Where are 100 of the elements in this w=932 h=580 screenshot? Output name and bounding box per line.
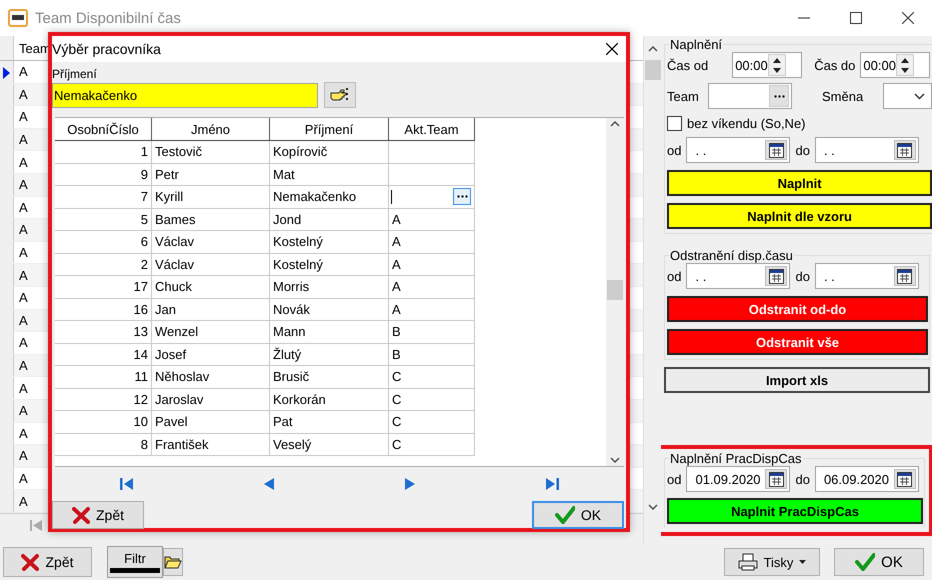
first-icon[interactable] <box>120 478 134 490</box>
next-icon[interactable] <box>404 478 416 490</box>
table-cell: C <box>389 434 475 456</box>
previous-icon[interactable] <box>264 478 275 490</box>
table-cell: Testovič <box>152 141 270 164</box>
table-cell: 8 <box>55 434 152 456</box>
table-cell-text: A <box>18 357 29 376</box>
table-cell: 1 <box>55 141 152 164</box>
up-arrow-icon[interactable] <box>772 58 781 62</box>
table-cell: Petr <box>152 164 270 186</box>
close-icon[interactable] <box>606 43 618 55</box>
calendar-icon <box>768 268 784 284</box>
row-selector[interactable] <box>0 61 14 83</box>
scrollbar[interactable] <box>606 118 624 466</box>
chevron-up-icon[interactable] <box>610 121 620 127</box>
table-cell: 9 <box>55 164 152 186</box>
calendar-button[interactable] <box>765 469 788 489</box>
column-header[interactable]: Akt.Team <box>389 118 475 141</box>
back-button[interactable]: Zpět <box>3 547 92 577</box>
table-cell: Kostelný <box>270 254 389 276</box>
close-icon[interactable] <box>902 12 914 24</box>
table-cell-text: A <box>18 334 29 352</box>
table-cell: Žlutý <box>270 344 389 366</box>
team-field[interactable] <box>708 83 792 109</box>
calendar-button[interactable] <box>894 140 916 160</box>
date-field[interactable]: . . <box>814 137 919 163</box>
column-header[interactable]: OsobníČíslo <box>55 118 152 141</box>
time-field[interactable]: 00:00 <box>732 52 802 78</box>
table-cell: Wenzel <box>152 321 270 344</box>
search-field[interactable]: Nemakačenko <box>52 82 318 108</box>
column-header[interactable]: Jméno <box>152 118 270 141</box>
scroll-thumb[interactable] <box>645 60 661 80</box>
table-cell-text: A <box>18 198 29 217</box>
table-cell-text: A <box>18 86 29 104</box>
caret-icon <box>799 560 806 564</box>
table-cell: A <box>389 231 475 254</box>
calendar-button[interactable] <box>765 266 788 286</box>
back-button[interactable]: Zpět <box>52 501 144 529</box>
printer-icon <box>738 553 758 571</box>
checkbox-label[interactable]: bez víkendu (So,Ne) <box>687 116 806 130</box>
spin-button[interactable] <box>768 54 786 76</box>
table-cell: Jond <box>270 208 389 231</box>
field-label: od <box>667 142 682 158</box>
scrollbar[interactable] <box>643 36 661 544</box>
check-icon <box>855 553 876 571</box>
checkbox[interactable] <box>667 116 682 130</box>
chevron-up-icon[interactable] <box>648 46 658 52</box>
open-button[interactable] <box>163 548 183 576</box>
import-button[interactable]: Import xls <box>664 367 930 393</box>
corner-header <box>0 36 14 60</box>
action-button[interactable]: Naplnit dle vzoru <box>667 203 932 229</box>
field-label: do <box>795 142 810 158</box>
table-cell: 10 <box>55 411 152 434</box>
filter-button[interactable]: Filtr <box>107 546 163 578</box>
last-icon[interactable] <box>545 478 560 490</box>
folder-icon <box>164 555 182 569</box>
calendar-button[interactable] <box>894 266 916 286</box>
table-cell-text: A <box>18 63 29 82</box>
shift-dropdown[interactable] <box>883 83 932 109</box>
field-label: Čas od <box>667 58 708 72</box>
column-header[interactable]: Příjmení <box>270 118 389 141</box>
dialog-title: Výběr pracovníka <box>52 41 161 57</box>
calendar-button[interactable] <box>765 140 788 160</box>
table-cell: 14 <box>55 344 152 366</box>
table-cell-text: A <box>18 244 29 262</box>
calendar-icon <box>768 472 784 486</box>
table-cell: Jaroslav <box>152 388 270 411</box>
table-cell: Václav <box>152 254 270 276</box>
maximize-icon[interactable] <box>850 12 862 24</box>
print-button[interactable]: Tisky <box>724 548 820 576</box>
table-cell: Korkorán <box>270 388 389 411</box>
lookup-button[interactable] <box>453 188 471 206</box>
date-field[interactable]: . . <box>814 263 919 289</box>
table-cell: Kyrill <box>152 186 270 208</box>
date-field[interactable]: . . <box>686 137 790 163</box>
date-field[interactable]: 01.09.2020 <box>686 466 790 492</box>
date-field[interactable]: . . <box>686 263 790 289</box>
up-arrow-icon[interactable] <box>900 58 909 62</box>
ok-button[interactable]: OK <box>532 501 624 529</box>
calendar-button[interactable] <box>894 469 916 489</box>
table-cell-text: A <box>18 289 29 308</box>
time-field[interactable]: 00:00 <box>860 52 930 78</box>
action-button[interactable]: Odstranit od-do <box>667 296 928 322</box>
action-button[interactable]: Naplnit <box>667 170 932 196</box>
table-cell: A <box>389 254 475 276</box>
field-label: do <box>795 268 810 284</box>
action-button[interactable]: Odstranit vše <box>667 329 928 355</box>
chevron-down-icon[interactable] <box>610 457 620 463</box>
chevron-down-icon[interactable] <box>648 504 658 510</box>
spin-button[interactable] <box>896 54 914 76</box>
action-button[interactable]: Naplnit PracDispCas <box>667 498 923 524</box>
lookup-button[interactable] <box>769 85 789 107</box>
pick-button[interactable] <box>324 82 356 108</box>
ok-button[interactable]: OK <box>834 548 924 576</box>
table-cell: 5 <box>55 208 152 231</box>
date-field[interactable]: 06.09.2020 <box>814 466 919 492</box>
down-arrow-icon[interactable] <box>900 68 909 72</box>
down-arrow-icon[interactable] <box>772 68 781 72</box>
table-cell[interactable] <box>389 186 475 208</box>
scroll-thumb[interactable] <box>607 280 623 300</box>
